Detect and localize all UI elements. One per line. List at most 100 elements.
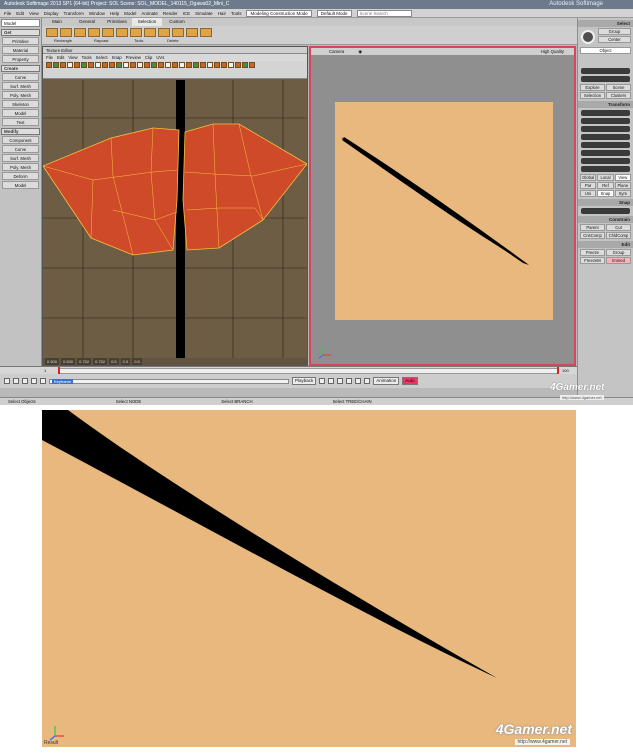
tool-icon[interactable] (4, 378, 10, 384)
tool-icon[interactable] (31, 378, 37, 384)
uv-tool-icon[interactable] (137, 62, 143, 68)
uv-tool-icon[interactable] (228, 62, 234, 68)
uv-tool-icon[interactable] (158, 62, 164, 68)
uv-tool-icon[interactable] (67, 62, 73, 68)
auto-key-button[interactable]: Auto (402, 377, 418, 385)
freeze-button[interactable]: Freeze (580, 249, 605, 256)
transform-field[interactable] (581, 142, 630, 148)
cut-button[interactable]: Cut (606, 224, 631, 231)
toolbar-button[interactable]: Text (2, 118, 39, 126)
uv-tool-icon[interactable] (200, 62, 206, 68)
uv-tool-icon[interactable] (116, 62, 122, 68)
transform-field[interactable] (581, 166, 630, 172)
tool-icon[interactable] (130, 28, 142, 37)
tool-icon[interactable] (144, 28, 156, 37)
uv-tool-icon[interactable] (165, 62, 171, 68)
play-icon[interactable] (337, 378, 344, 384)
uv-value[interactable]: 0.5 (109, 358, 119, 365)
menu-item[interactable]: File (4, 11, 11, 16)
tool-icon[interactable] (102, 28, 114, 37)
uv-canvas[interactable] (42, 80, 308, 365)
uv-tool-icon[interactable] (81, 62, 87, 68)
uv-tool-icon[interactable] (74, 62, 80, 68)
timeline-end[interactable]: 100 (562, 368, 569, 373)
uv-tool-icon[interactable] (109, 62, 115, 68)
uv-value[interactable]: 0.500 (61, 358, 76, 365)
toolbar-button[interactable]: Model (2, 181, 39, 189)
uv-tool-icon[interactable] (186, 62, 192, 68)
animation-button[interactable]: Animation (373, 377, 400, 385)
local-button[interactable]: Local (597, 174, 614, 181)
toolbar-button[interactable]: Curve (2, 145, 39, 153)
tool-icon[interactable] (158, 28, 170, 37)
tool-icon[interactable] (60, 28, 72, 37)
tab-main[interactable]: Main (42, 18, 72, 26)
group-button[interactable]: Group (598, 28, 631, 35)
tab-custom[interactable]: Custom (162, 18, 192, 26)
layout-dropdown[interactable]: Modeling Construction Mode (246, 9, 312, 17)
uv-value[interactable]: 0.500 (45, 358, 60, 365)
transform-field[interactable] (581, 110, 630, 116)
menu-item[interactable]: Transform (63, 11, 83, 16)
uv-tool-icon[interactable] (60, 62, 66, 68)
view-button[interactable]: View (614, 174, 631, 181)
uv-tool-icon[interactable] (179, 62, 185, 68)
toolbar-button[interactable]: Skeleton (2, 100, 39, 108)
transform-field[interactable] (581, 118, 630, 124)
display-mode-dropdown[interactable]: High Quality (541, 48, 564, 55)
uv-value[interactable]: 0.5 (132, 358, 142, 365)
menu-item[interactable]: Select (96, 54, 108, 61)
chldcomp-button[interactable]: ChldComp (606, 232, 631, 239)
first-frame-icon[interactable] (319, 378, 326, 384)
plane-button[interactable]: Plane (614, 182, 631, 189)
tool-icon[interactable] (88, 28, 100, 37)
uv-tool-icon[interactable] (130, 62, 136, 68)
keyframe-slider[interactable]: Keyframe (49, 378, 289, 384)
camera-dropdown[interactable]: Camera (329, 48, 344, 55)
menu-item[interactable]: UVs (156, 54, 164, 61)
toolbar-button[interactable]: Deform (2, 172, 39, 180)
toolbar-button[interactable]: Poly. Mesh (2, 163, 39, 171)
uv-value[interactable]: 0.5 (120, 358, 131, 365)
menu-item[interactable]: View (29, 11, 39, 16)
tool-icon[interactable] (186, 28, 198, 37)
tool-icon[interactable] (74, 28, 86, 37)
next-frame-icon[interactable] (355, 378, 362, 384)
tool-icon[interactable] (172, 28, 184, 37)
immed-button[interactable]: Immed (606, 257, 631, 264)
toolbar-button[interactable]: Surf. Mesh (2, 82, 39, 90)
menu-item[interactable]: Preview (126, 54, 141, 61)
group-edit-button[interactable]: Group (606, 249, 631, 256)
uv-value[interactable]: 0.752 (93, 358, 108, 365)
prev-frame-icon[interactable] (328, 378, 335, 384)
uv-tool-icon[interactable] (235, 62, 241, 68)
value-slot[interactable] (581, 68, 630, 74)
mode-dropdown[interactable]: Model (1, 19, 40, 27)
preset-dropdown[interactable]: Default Mode (316, 9, 352, 17)
uv-tool-icon[interactable] (95, 62, 101, 68)
uv-tool-icon[interactable] (249, 62, 255, 68)
tab-primitives[interactable]: Primitives (102, 18, 132, 26)
toolbar-button[interactable]: Primitive (2, 37, 39, 45)
clusters-button[interactable]: Clusters (606, 92, 631, 99)
uv-tool-icon[interactable] (144, 62, 150, 68)
tool-icon[interactable] (40, 378, 46, 384)
menu-item[interactable]: Simulate (195, 11, 213, 16)
menu-item[interactable]: Edit (57, 54, 64, 61)
toolbar-button[interactable]: Property (2, 55, 39, 63)
menu-item[interactable]: Edit (16, 11, 24, 16)
transform-field[interactable] (581, 158, 630, 164)
camera-viewport[interactable]: Camera ◉ High Quality (309, 46, 576, 366)
menu-item[interactable]: Tools (231, 11, 242, 16)
stop-icon[interactable] (346, 378, 353, 384)
menu-item[interactable]: Render (163, 11, 178, 16)
last-frame-icon[interactable] (364, 378, 371, 384)
freezem-button[interactable]: FreezeM (580, 257, 605, 264)
tab-general[interactable]: General (72, 18, 102, 26)
uv-tool-icon[interactable] (102, 62, 108, 68)
timeline-start[interactable]: 1 (44, 368, 46, 373)
uv-tool-icon[interactable] (221, 62, 227, 68)
snap-field[interactable] (581, 208, 630, 214)
menu-item[interactable]: Clip (145, 54, 152, 61)
scene-button[interactable]: Scene (606, 84, 631, 91)
